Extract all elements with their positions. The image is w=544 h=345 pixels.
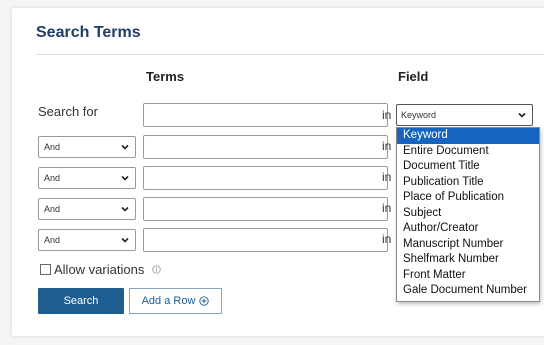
chevron-down-icon	[121, 237, 129, 243]
field-select[interactable]: Keyword	[396, 104, 533, 126]
terms-column-header: Terms	[146, 69, 185, 84]
operator-select-3[interactable]: And	[38, 167, 136, 189]
field-option-entire-document[interactable]: Entire Document	[397, 144, 539, 160]
term-input-1[interactable]	[143, 103, 388, 127]
search-terms-panel: Search Terms Terms Field Search for in K…	[12, 8, 544, 336]
search-button[interactable]: Search	[38, 288, 124, 314]
chevron-down-icon	[121, 175, 129, 181]
chevron-down-icon	[518, 112, 526, 118]
in-label: in	[382, 232, 392, 246]
in-label: in	[382, 108, 392, 122]
title-divider	[36, 54, 544, 55]
in-label: in	[382, 139, 392, 153]
operator-select-5[interactable]: And	[38, 229, 136, 251]
operator-value: And	[44, 173, 61, 183]
search-for-label: Search for	[38, 104, 98, 119]
operator-select-2[interactable]: And	[38, 136, 136, 158]
field-option-document-title[interactable]: Document Title	[397, 159, 539, 175]
term-input-3[interactable]	[143, 166, 388, 190]
field-option-gale-document-number[interactable]: Gale Document Number	[397, 283, 539, 299]
field-option-publication-title[interactable]: Publication Title	[397, 175, 539, 191]
field-option-subject[interactable]: Subject	[397, 206, 539, 222]
add-row-label: Add a Row	[141, 295, 196, 307]
field-option-shelfmark-number[interactable]: Shelfmark Number	[397, 252, 539, 268]
field-option-place-of-publication[interactable]: Place of Publication	[397, 190, 539, 206]
field-option-front-matter[interactable]: Front Matter	[397, 268, 539, 284]
operator-value: And	[44, 142, 61, 152]
term-input-4[interactable]	[143, 197, 388, 221]
operator-value: And	[44, 204, 61, 214]
term-input-2[interactable]	[143, 135, 388, 159]
allow-variations-label: Allow variations	[54, 262, 145, 277]
allow-variations-checkbox[interactable]	[40, 264, 51, 275]
term-input-5[interactable]	[143, 228, 388, 252]
add-row-button[interactable]: Add a Row	[129, 288, 222, 314]
chevron-down-icon	[121, 206, 129, 212]
plus-circle-icon	[199, 296, 210, 306]
field-select-value: Keyword	[401, 110, 437, 120]
allow-variations[interactable]: Allow variations	[40, 262, 162, 277]
field-option-manuscript-number[interactable]: Manuscript Number	[397, 237, 539, 253]
info-icon[interactable]	[152, 265, 162, 274]
field-column-header: Field	[398, 69, 429, 84]
operator-select-4[interactable]: And	[38, 198, 136, 220]
in-label: in	[382, 170, 392, 184]
field-option-author-creator[interactable]: Author/Creator	[397, 221, 539, 237]
chevron-down-icon	[121, 144, 129, 150]
field-dropdown-list: Keyword Entire Document Document Title P…	[396, 127, 540, 302]
section-title: Search Terms	[36, 24, 141, 41]
in-label: in	[382, 201, 392, 215]
field-option-keyword[interactable]: Keyword	[397, 128, 539, 144]
operator-value: And	[44, 235, 61, 245]
